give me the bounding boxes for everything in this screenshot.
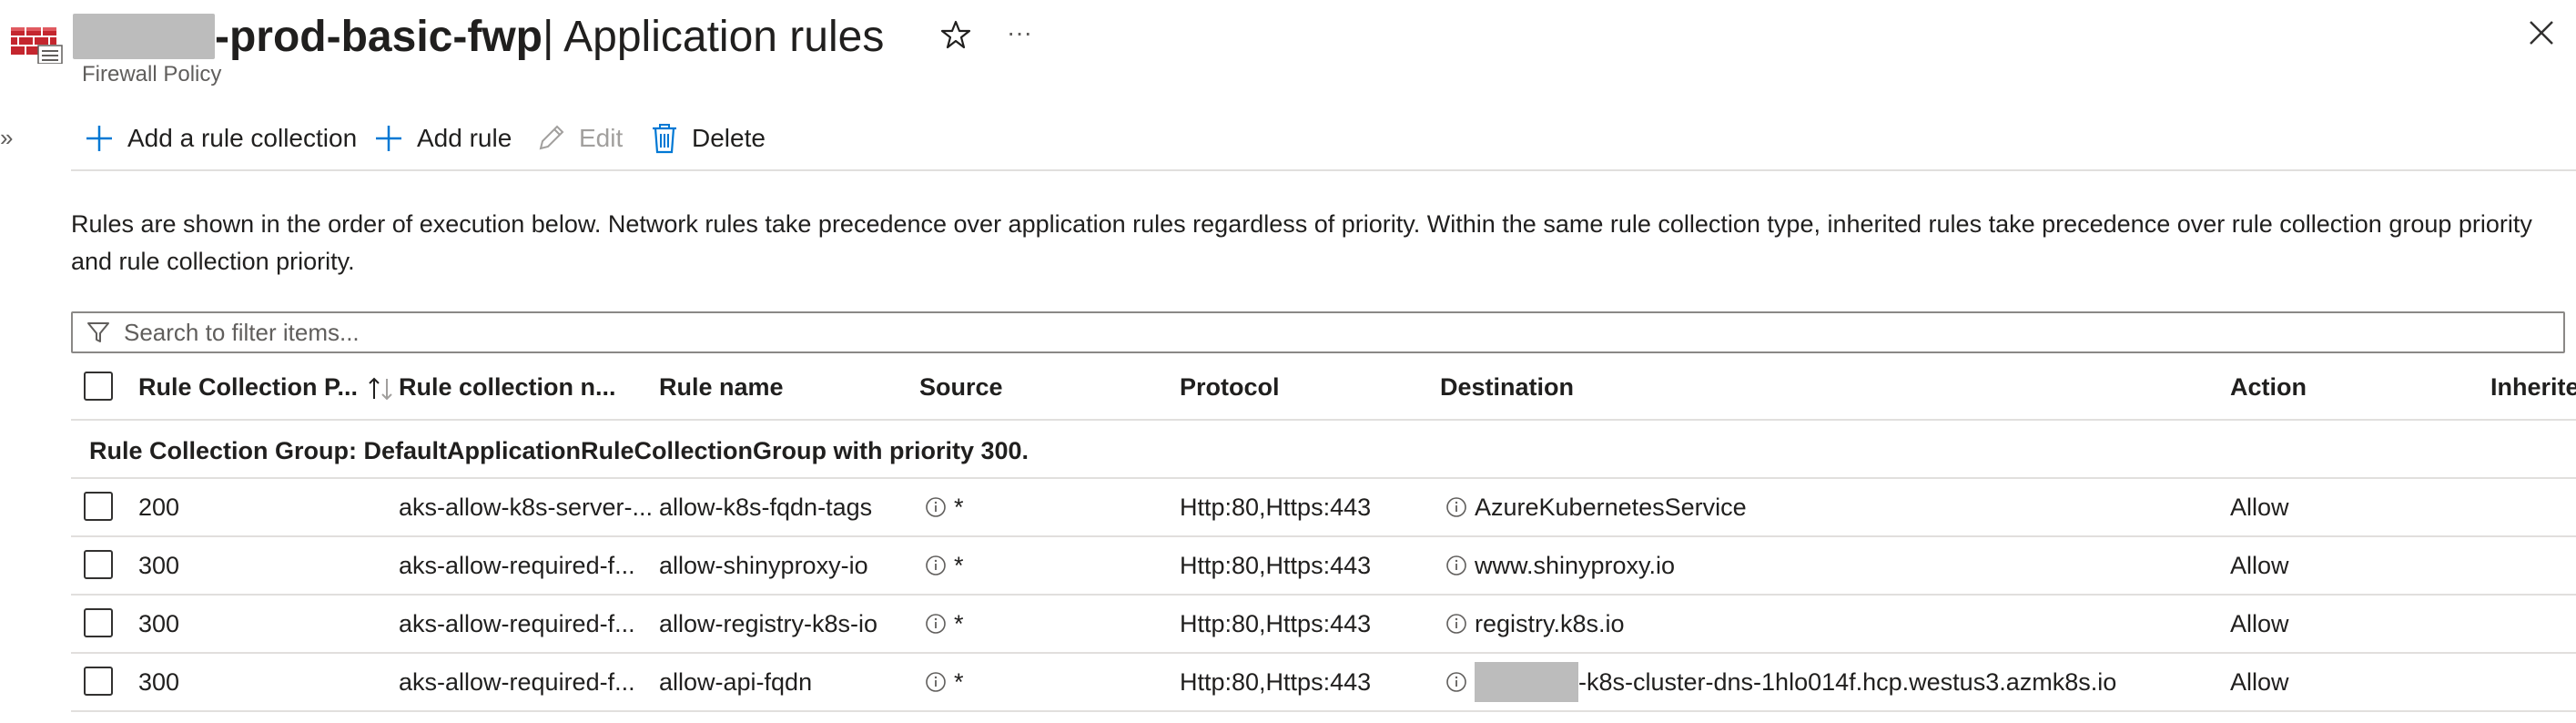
table-row[interactable]: 300 aks-allow-required-f... allow-api-fq… [71,654,2576,712]
cell-collection: aks-allow-required-f... [399,610,635,637]
select-all-checkbox[interactable] [84,372,113,401]
column-header-collection[interactable]: Rule collection n... [399,373,616,402]
cell-source: * [925,596,964,652]
row-checkbox[interactable] [84,608,113,637]
info-icon[interactable] [925,671,947,693]
cell-protocol: Http:80,Https:443 [1180,552,1372,579]
expand-menu-chevron-icon[interactable]: » [0,124,13,152]
page-title: -prod-basic-fwp | Application rules [73,7,884,66]
cell-action: Allow [2230,552,2289,579]
source-value: * [954,494,964,521]
column-header-action[interactable]: Action [2230,373,2307,402]
cell-rule-name: allow-api-fqdn [659,668,813,696]
destination-value: -k8s-cluster-dns-1hlo014f.hcp.westus3.az… [1578,668,2117,696]
edit-label: Edit [579,124,624,152]
add-rule-collection-button[interactable]: Add a rule collection [84,118,357,158]
destination-value: AzureKubernetesService [1475,494,1747,521]
cell-collection: aks-allow-required-f... [399,668,635,696]
table-row[interactable]: 200 aks-allow-k8s-server-... allow-k8s-f… [71,479,2576,537]
cell-rule-name: allow-registry-k8s-io [659,610,878,637]
plus-icon [376,126,401,151]
redacted-block [73,14,215,59]
filter-icon [87,322,109,342]
close-icon[interactable] [2521,13,2561,53]
column-header-rule-name[interactable]: Rule name [659,373,784,402]
page-title-resource: -prod-basic-fwp [215,12,543,61]
cell-priority: 300 [138,668,180,696]
pencil-icon [539,125,564,150]
cell-collection: aks-allow-k8s-server-... [399,494,654,521]
cell-source: * [925,537,964,594]
destination-value: registry.k8s.io [1475,610,1625,637]
column-header-priority[interactable]: Rule Collection P... [138,373,396,402]
column-header-protocol[interactable]: Protocol [1180,373,1280,402]
header-divider [71,419,2576,421]
cell-action: Allow [2230,668,2289,696]
row-checkbox[interactable] [84,492,113,521]
info-icon[interactable] [1445,671,1467,693]
source-value: * [954,668,964,696]
cell-source: * [925,654,964,710]
rule-collection-group-label: Rule Collection Group: DefaultApplicatio… [89,437,1029,464]
source-value: * [954,552,964,579]
page-title-section: | Application rules [542,12,885,61]
cell-priority: 300 [138,610,180,637]
cell-action: Allow [2230,494,2289,521]
cell-destination: AzureKubernetesService [1445,479,1747,535]
source-value: * [954,610,964,637]
add-rule-collection-label: Add a rule collection [127,124,358,152]
info-icon[interactable] [1445,555,1467,576]
column-header-inherited[interactable]: Inherite [2490,373,2576,402]
firewall-policy-icon [11,22,64,65]
cell-rule-name: allow-k8s-fqdn-tags [659,494,873,521]
table-row[interactable]: 300 aks-allow-required-f... allow-shinyp… [71,537,2576,596]
cell-priority: 200 [138,494,180,521]
destination-value: www.shinyproxy.io [1475,552,1676,579]
row-checkbox[interactable] [84,550,113,579]
trash-icon [653,124,676,154]
row-checkbox[interactable] [84,667,113,696]
cell-protocol: Http:80,Https:443 [1180,668,1372,696]
delete-label: Delete [692,124,766,152]
toolbar-divider [71,169,2576,171]
search-box[interactable] [71,311,2565,353]
info-icon[interactable] [1445,613,1467,635]
cell-protocol: Http:80,Https:443 [1180,610,1372,637]
cell-action: Allow [2230,610,2289,637]
column-header-source[interactable]: Source [919,373,1003,402]
table-row[interactable]: 300 aks-allow-required-f... allow-regist… [71,596,2576,654]
favorite-star-icon[interactable] [938,16,974,53]
cell-destination: -k8s-cluster-dns-1hlo014f.hcp.westus3.az… [1445,654,2116,710]
search-input[interactable] [122,317,2492,348]
info-icon[interactable] [925,496,947,518]
cell-collection: aks-allow-required-f... [399,552,635,579]
rules-order-description: Rules are shown in the order of executio… [71,210,2532,275]
cell-rule-name: allow-shinyproxy-io [659,552,868,579]
more-options-button[interactable]: ··· [1001,16,1038,53]
sort-arrows-icon[interactable] [365,375,396,402]
info-icon[interactable] [925,613,947,635]
page-subtitle: Firewall Policy [82,62,222,87]
add-rule-button[interactable]: Add rule [373,118,512,158]
redacted-block [1475,661,1578,702]
edit-button[interactable]: Edit [535,118,623,158]
add-rule-label: Add rule [417,124,512,152]
column-header-destination[interactable]: Destination [1440,373,1574,402]
delete-button[interactable]: Delete [650,118,766,158]
info-icon[interactable] [1445,496,1467,518]
cell-source: * [925,479,964,535]
cell-protocol: Http:80,Https:443 [1180,494,1372,521]
plus-icon [86,126,112,151]
cell-destination: www.shinyproxy.io [1445,537,1675,594]
info-icon[interactable] [925,555,947,576]
cell-priority: 300 [138,552,180,579]
cell-destination: registry.k8s.io [1445,596,1625,652]
